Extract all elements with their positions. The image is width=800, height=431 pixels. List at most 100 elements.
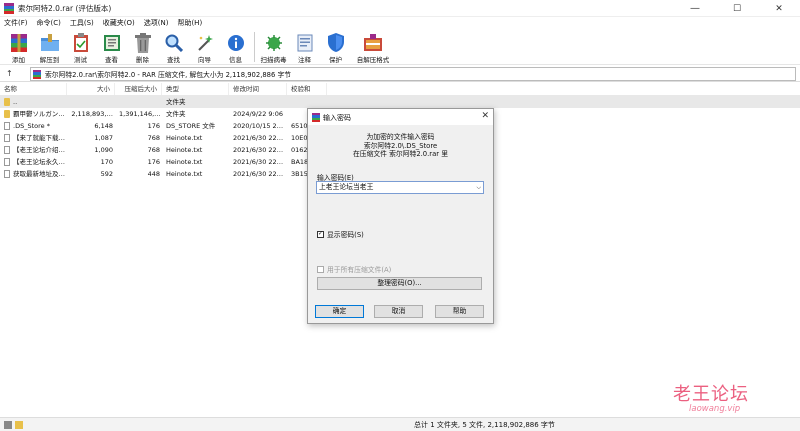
organize-passwords-button[interactable]: 整理密码(O)... bbox=[317, 277, 482, 290]
comment-button[interactable]: 注释 bbox=[289, 29, 320, 65]
text-file-icon bbox=[4, 170, 10, 178]
extract-to-button[interactable]: 解压到 bbox=[34, 29, 65, 65]
show-password-label: 显示密码(S) bbox=[327, 231, 364, 239]
status-bar: 总计 1 文件夹, 5 文件, 2,118,902,886 字节 bbox=[0, 417, 800, 431]
address-path-field[interactable]: 索尔阿特2.0.rar\索尔阿特2.0 - RAR 压缩文件, 解包大小为 2,… bbox=[30, 67, 796, 81]
file-packed-size: 176 bbox=[147, 122, 160, 130]
info-icon bbox=[225, 32, 247, 53]
address-bar: ↑ 索尔阿特2.0.rar\索尔阿特2.0 - RAR 压缩文件, 解包大小为 … bbox=[0, 66, 800, 82]
text-file-icon bbox=[4, 134, 10, 142]
file-packed-size: 768 bbox=[147, 134, 160, 142]
maximize-button[interactable]: ☐ bbox=[716, 0, 758, 17]
address-path-text: 索尔阿特2.0.rar\索尔阿特2.0 - RAR 压缩文件, 解包大小为 2,… bbox=[45, 71, 292, 79]
delete-button[interactable]: 删除 bbox=[127, 29, 158, 65]
file-size: 170 bbox=[100, 158, 113, 166]
shield-icon bbox=[325, 32, 347, 53]
view-button[interactable]: 查看 bbox=[96, 29, 127, 65]
file-name: 【老王论坛介绍… bbox=[13, 146, 65, 154]
checkbox-checked-icon: ✓ bbox=[317, 230, 324, 238]
info-button[interactable]: 信息 bbox=[220, 29, 251, 65]
drive-icon[interactable] bbox=[4, 421, 12, 429]
file-modified: 2021/6/30 22… bbox=[233, 146, 284, 154]
wizard-wand-icon bbox=[194, 32, 216, 53]
toolbar-separator bbox=[254, 32, 255, 62]
watermark-url: laowang.vip bbox=[689, 404, 741, 414]
menu-options[interactable]: 选项(N) bbox=[144, 17, 169, 29]
column-header-checksum[interactable]: 校验和 bbox=[287, 83, 327, 95]
file-packed-size bbox=[115, 96, 162, 108]
dialog-message-line: 为加密的文件输入密码 bbox=[366, 133, 435, 141]
sfx-button[interactable]: 自解压格式 bbox=[351, 29, 395, 65]
file-type: Heinote.txt bbox=[166, 170, 203, 178]
menu-commands[interactable]: 命令(C) bbox=[37, 17, 61, 29]
use-for-all-checkbox[interactable]: 用于所有压缩文件(A) bbox=[317, 264, 391, 274]
help-button[interactable]: 帮助 bbox=[435, 305, 484, 318]
file-type: Heinote.txt bbox=[166, 158, 203, 166]
show-password-checkbox[interactable]: ✓ 显示密码(S) bbox=[317, 229, 364, 239]
file-name: 【老王论坛永久… bbox=[13, 158, 65, 166]
close-button[interactable]: ✕ bbox=[758, 0, 800, 17]
test-button[interactable]: 测试 bbox=[65, 29, 96, 65]
column-header-packed[interactable]: 压缩后大小 bbox=[115, 83, 162, 95]
dialog-title: 输入密码 bbox=[323, 114, 351, 122]
menu-file[interactable]: 文件(F) bbox=[4, 17, 28, 29]
file-type: DS_STORE 文件 bbox=[166, 122, 216, 130]
protect-button[interactable]: 保护 bbox=[320, 29, 351, 65]
column-header-size[interactable]: 大小 bbox=[67, 83, 115, 95]
column-headers: 名称 大小 压缩后大小 类型 修改时间 校验和 bbox=[0, 83, 800, 96]
dialog-title-bar: 输入密码 ✕ bbox=[308, 109, 493, 125]
up-folder-button[interactable]: ↑ bbox=[6, 69, 13, 78]
view-button-label: 查看 bbox=[105, 56, 118, 64]
folder-icon bbox=[4, 98, 10, 106]
test-clipboard-icon bbox=[70, 32, 92, 53]
toolbar: 添加 解压到 测试 查看 删除 查找 向导 信息 扫描病毒 注释 保护 自解压格… bbox=[0, 29, 800, 65]
window-title: 索尔阿特2.0.rar (评估版本) bbox=[18, 4, 112, 13]
column-header-type[interactable]: 类型 bbox=[162, 83, 229, 95]
magnifier-icon bbox=[163, 32, 185, 53]
password-value: 上老王论坛当老王 bbox=[319, 183, 374, 191]
minimize-button[interactable]: — bbox=[674, 0, 716, 17]
menu-help[interactable]: 帮助(H) bbox=[177, 17, 202, 29]
dialog-message: 为加密的文件输入密码 索尔阿特2.0\.DS_Store 在压缩文件 索尔阿特2… bbox=[308, 133, 493, 159]
comment-icon bbox=[294, 32, 316, 53]
sfx-icon bbox=[362, 32, 384, 53]
menu-tools[interactable]: 工具(S) bbox=[70, 17, 94, 29]
chevron-down-icon[interactable]: ⌵ bbox=[476, 182, 481, 193]
column-header-name[interactable]: 名称 bbox=[0, 83, 67, 95]
file-checksum bbox=[287, 96, 327, 108]
virus-scan-button[interactable]: 扫描病毒 bbox=[258, 29, 289, 65]
file-packed-size: 768 bbox=[147, 146, 160, 154]
find-button-label: 查找 bbox=[167, 56, 180, 64]
status-text: 总计 1 文件夹, 5 文件, 2,118,902,886 字节 bbox=[414, 421, 555, 429]
file-modified: 2024/9/22 9:06 bbox=[233, 110, 283, 118]
key-icon[interactable] bbox=[15, 421, 23, 429]
file-size: 1,087 bbox=[94, 134, 113, 142]
file-size: 592 bbox=[100, 170, 113, 178]
protect-button-label: 保护 bbox=[329, 56, 342, 64]
find-button[interactable]: 查找 bbox=[158, 29, 189, 65]
virus-scan-button-label: 扫描病毒 bbox=[260, 56, 287, 64]
menu-bar: 文件(F) 命令(C) 工具(S) 收藏夹(O) 选项(N) 帮助(H) bbox=[0, 17, 800, 29]
trash-icon bbox=[132, 32, 154, 53]
password-dialog: 输入密码 ✕ 为加密的文件输入密码 索尔阿特2.0\.DS_Store 在压缩文… bbox=[307, 108, 494, 324]
cancel-button[interactable]: 取消 bbox=[374, 305, 423, 318]
add-button[interactable]: 添加 bbox=[3, 29, 34, 65]
comment-button-label: 注释 bbox=[298, 56, 311, 64]
winrar-app-icon bbox=[312, 113, 320, 122]
file-name: 【来了就能下载… bbox=[13, 134, 65, 142]
title-bar: 索尔阿特2.0.rar (评估版本) — ☐ ✕ bbox=[0, 0, 800, 17]
file-modified bbox=[229, 96, 287, 108]
table-row[interactable]: .. 文件夹 bbox=[0, 96, 800, 108]
file-modified: 2021/6/30 22… bbox=[233, 170, 284, 178]
file-name: 获取最新地址及… bbox=[13, 170, 65, 178]
dialog-close-button[interactable]: ✕ bbox=[481, 111, 489, 121]
file-size: 6,148 bbox=[94, 122, 113, 130]
menu-favorites[interactable]: 收藏夹(O) bbox=[103, 17, 135, 29]
file-type: Heinote.txt bbox=[166, 134, 203, 142]
column-header-modified[interactable]: 修改时间 bbox=[229, 83, 287, 95]
text-file-icon bbox=[4, 158, 10, 166]
ok-button[interactable]: 确定 bbox=[315, 305, 364, 318]
wizard-button[interactable]: 向导 bbox=[189, 29, 220, 65]
password-input[interactable]: 上老王论坛当老王 ⌵ bbox=[316, 181, 484, 194]
wizard-button-label: 向导 bbox=[198, 56, 211, 64]
